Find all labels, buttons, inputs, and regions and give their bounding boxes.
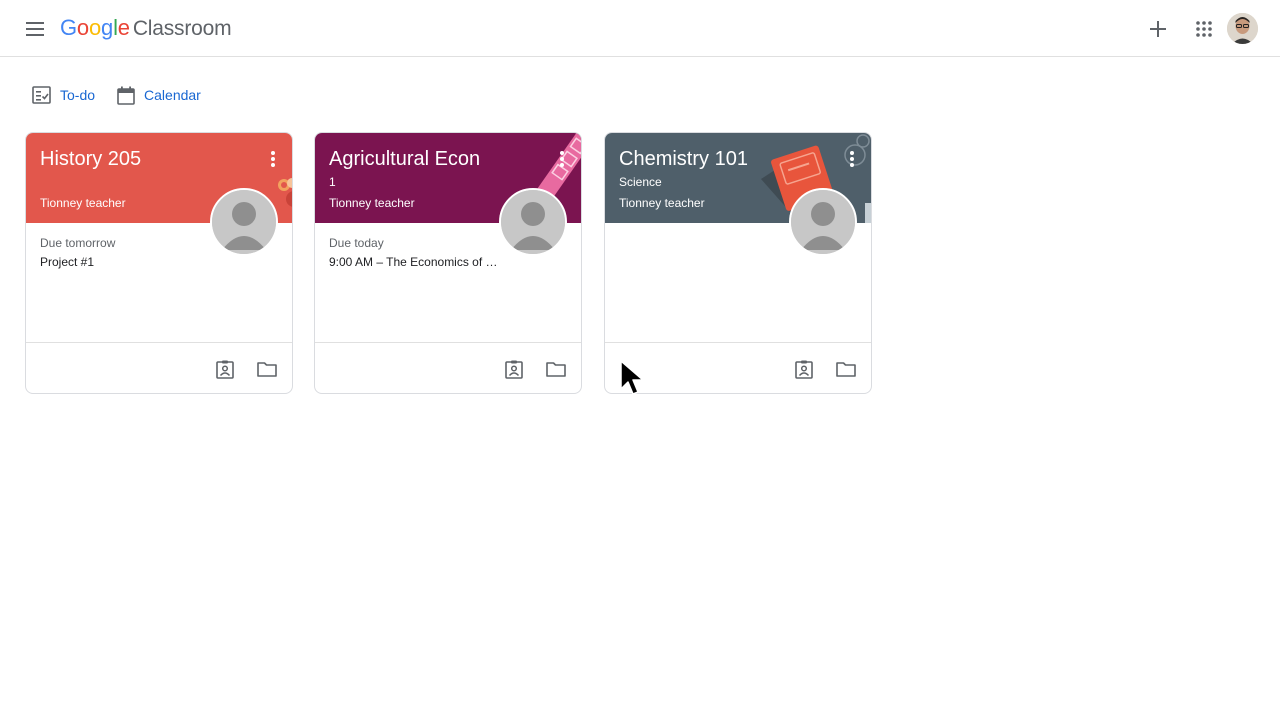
google-apps-button[interactable] xyxy=(1191,16,1217,42)
todo-checklist-icon xyxy=(32,86,51,104)
plus-icon xyxy=(1150,21,1166,37)
class-title[interactable]: History 205 xyxy=(40,148,141,171)
class-card-footer xyxy=(315,342,581,393)
more-vert-icon xyxy=(271,151,275,155)
folder-icon xyxy=(836,362,856,377)
assignment-ind-icon xyxy=(505,360,523,379)
account-avatar[interactable] xyxy=(1227,13,1258,44)
class-card[interactable]: History 205 Tionney teacher Due tomorrow… xyxy=(25,132,293,394)
open-your-work-button[interactable] xyxy=(214,358,236,380)
logo-letter: o xyxy=(88,15,102,40)
user-photo-icon xyxy=(1227,13,1258,44)
class-title[interactable]: Agricultural Econ xyxy=(329,148,480,171)
mouse-cursor-icon xyxy=(620,360,644,395)
assignment-ind-icon xyxy=(216,360,234,379)
create-or-join-button[interactable] xyxy=(1145,16,1171,42)
folder-icon xyxy=(257,362,277,377)
todo-label: To-do xyxy=(60,87,96,103)
calendar-icon xyxy=(117,86,135,105)
due-label: Due today xyxy=(329,236,384,250)
open-class-folder-button[interactable] xyxy=(256,358,278,380)
open-class-folder-button[interactable] xyxy=(545,358,567,380)
google-wordmark: Google xyxy=(60,15,130,41)
class-card[interactable]: Agricultural Econ 1 Tionney teacher Due … xyxy=(314,132,582,394)
class-title[interactable]: Chemistry 101 xyxy=(619,148,748,171)
class-section: 1 xyxy=(329,175,336,189)
class-card-body: Due tomorrow Project #1 xyxy=(26,223,292,344)
open-your-work-button[interactable] xyxy=(793,358,815,380)
class-card-body: Due today 9:00 AM – The Economics of M..… xyxy=(315,223,581,344)
class-teacher: Tionney teacher xyxy=(329,196,415,210)
logo-letter: e xyxy=(117,15,130,40)
open-class-folder-button[interactable] xyxy=(835,358,857,380)
due-assignment-link[interactable]: Project #1 xyxy=(40,255,210,269)
class-card-footer xyxy=(605,342,871,393)
more-vert-icon xyxy=(850,151,854,155)
top-app-bar: Google Classroom xyxy=(0,0,1280,57)
apps-grid-icon xyxy=(1196,21,1212,37)
assignment-ind-icon xyxy=(795,360,813,379)
class-teacher: Tionney teacher xyxy=(619,196,705,210)
quick-links: To-do Calendar xyxy=(32,84,223,106)
more-options-button[interactable] xyxy=(847,149,857,169)
calendar-label: Calendar xyxy=(144,87,201,103)
todo-link[interactable]: To-do xyxy=(32,86,95,104)
product-name: Classroom xyxy=(132,17,232,40)
menu-icon xyxy=(26,22,44,36)
more-vert-icon xyxy=(560,151,564,155)
more-options-button[interactable] xyxy=(557,149,567,169)
calendar-link[interactable]: Calendar xyxy=(117,86,201,105)
logo-letter: G xyxy=(60,15,77,40)
due-assignment-link[interactable]: 9:00 AM – The Economics of M... xyxy=(329,255,499,269)
open-your-work-button[interactable] xyxy=(503,358,525,380)
due-label: Due tomorrow xyxy=(40,236,116,250)
more-options-button[interactable] xyxy=(268,149,278,169)
logo-letter: g xyxy=(101,15,114,40)
class-teacher: Tionney teacher xyxy=(40,196,126,210)
google-classroom-logo[interactable]: Google Classroom xyxy=(60,15,232,41)
class-section: Science xyxy=(619,175,662,189)
main-menu-button[interactable] xyxy=(22,16,48,42)
class-card-footer xyxy=(26,342,292,393)
folder-icon xyxy=(546,362,566,377)
class-card-body xyxy=(605,223,871,344)
class-card[interactable]: Chemistry 101 Science Tionney teacher xyxy=(604,132,872,394)
logo-letter: o xyxy=(76,15,89,40)
